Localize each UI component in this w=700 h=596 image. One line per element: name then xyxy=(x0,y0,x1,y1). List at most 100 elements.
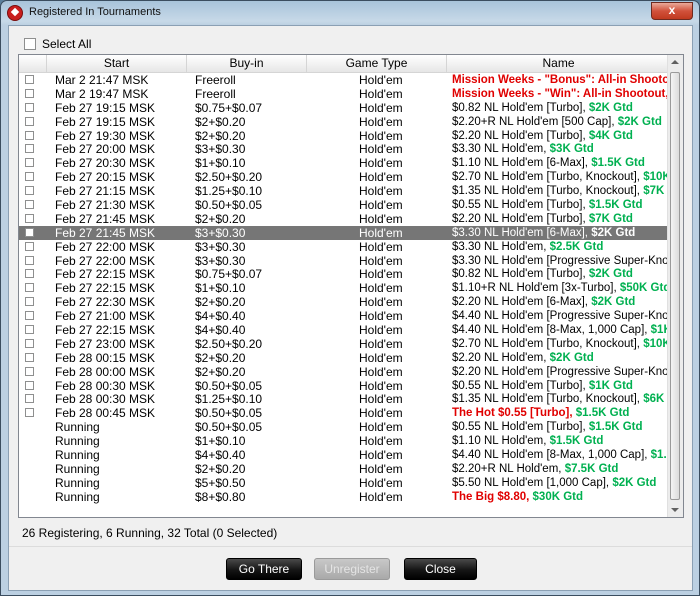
table-row[interactable]: Feb 27 22:15 MSK $1+$0.10 Hold'em $1.10+R N… xyxy=(19,281,670,295)
row-checkbox[interactable] xyxy=(25,200,34,210)
dialog-body: Select All Start Buy-in Game Type Name M… xyxy=(8,25,693,591)
header-buyin[interactable]: Buy-in xyxy=(187,55,307,72)
table-row[interactable]: Feb 27 21:15 MSK $1.25+$0.10 Hold'em $1.35 … xyxy=(19,184,670,198)
row-checkbox-cell xyxy=(19,323,47,337)
table-row[interactable]: Feb 27 20:30 MSK $1+$0.10 Hold'em $1.10 NL … xyxy=(19,156,670,170)
row-checkbox[interactable] xyxy=(25,283,34,293)
table-row[interactable]: Feb 28 00:30 MSK $1.25+$0.10 Hold'em $1.35 … xyxy=(19,392,670,406)
table-row[interactable]: Running $2+$0.20 Hold'em $2.20+R NL Hold'em… xyxy=(19,462,670,476)
row-checkbox[interactable] xyxy=(25,269,34,279)
table-row[interactable]: Running $1+$0.10 Hold'em $1.10 NL Hold'em, … xyxy=(19,434,670,448)
row-checkbox[interactable] xyxy=(25,241,34,251)
row-checkbox[interactable] xyxy=(25,75,34,84)
table-row[interactable]: Feb 27 22:15 MSK $0.75+$0.07 Hold'em $0.82 … xyxy=(19,267,670,281)
cell-game-type: Hold'em xyxy=(359,489,403,504)
row-checkbox[interactable] xyxy=(25,311,34,321)
select-all-checkbox[interactable]: Select All xyxy=(24,37,91,51)
tournament-name: Mission Weeks - "Bonus": All-in Shootout… xyxy=(452,74,670,86)
cell-start: Feb 27 21:45 MSK xyxy=(55,225,156,240)
row-checkbox[interactable] xyxy=(25,338,34,348)
row-checkbox[interactable] xyxy=(25,394,34,404)
table-row[interactable]: Feb 27 21:45 MSK $2+$0.20 Hold'em $2.20 NL … xyxy=(19,212,670,226)
cell-name: $3.30 NL Hold'em [6-Max], $2K Gtd xyxy=(447,226,670,240)
cell-name: $3.30 NL Hold'em [Progressive Super-Knoc… xyxy=(447,254,670,268)
table-row[interactable]: Feb 27 23:00 MSK $2.50+$0.20 Hold'em $2.70 … xyxy=(19,337,670,351)
row-checkbox[interactable] xyxy=(25,130,34,140)
window-close-button[interactable]: x xyxy=(651,2,693,20)
table-row[interactable]: Mar 2 19:47 MSK Freeroll Hold'em Mission We… xyxy=(19,87,670,101)
tournament-name: $2.20 NL Hold'em [Turbo], xyxy=(452,129,589,142)
cell-start: Feb 27 21:15 MSK xyxy=(55,184,156,199)
close-button[interactable]: Close xyxy=(404,558,477,580)
table-row[interactable]: Feb 27 20:15 MSK $2.50+$0.20 Hold'em $2.70 … xyxy=(19,170,670,184)
row-checkbox[interactable] xyxy=(25,186,34,196)
scroll-up-icon[interactable] xyxy=(671,60,679,64)
vertical-scrollbar[interactable] xyxy=(667,55,683,517)
table-row[interactable]: Feb 27 21:45 MSK $3+$0.30 Hold'em $3.30 NL … xyxy=(19,225,670,240)
table-row[interactable]: Running $8+$0.80 Hold'em The Big $8.80, $30… xyxy=(19,490,670,504)
checkbox-icon[interactable] xyxy=(24,38,36,50)
table-row[interactable]: Feb 27 22:15 MSK $4+$0.40 Hold'em $4.40 NL … xyxy=(19,323,670,337)
row-checkbox-cell xyxy=(19,73,47,87)
row-checkbox[interactable] xyxy=(25,380,34,390)
table-row[interactable]: Feb 27 20:00 MSK $3+$0.30 Hold'em $3.30 NL … xyxy=(19,142,670,156)
table-row[interactable]: Running $5+$0.50 Hold'em $5.50 NL Hold'em [… xyxy=(19,476,670,490)
row-checkbox[interactable] xyxy=(25,408,34,418)
header-game-type[interactable]: Game Type xyxy=(307,55,447,72)
table-row[interactable]: Feb 28 00:45 MSK $0.50+$0.05 Hold'em The Ho… xyxy=(19,406,670,420)
row-checkbox[interactable] xyxy=(25,325,34,335)
table-row[interactable]: Running $0.50+$0.05 Hold'em $0.55 NL Hold'e… xyxy=(19,420,670,434)
tournament-name: $3.30 NL Hold'em [Progressive Super-Knoc… xyxy=(452,254,670,267)
table-row[interactable]: Feb 28 00:15 MSK $2+$0.20 Hold'em $2.20 NL … xyxy=(19,351,670,365)
table-row[interactable]: Feb 27 19:15 MSK $0.75+$0.07 Hold'em $0.82 … xyxy=(19,101,670,115)
table-row[interactable]: Feb 27 19:30 MSK $2+$0.20 Hold'em $2.20 NL … xyxy=(19,129,670,143)
table-row[interactable]: Feb 28 00:00 MSK $2+$0.20 Hold'em $2.20 NL … xyxy=(19,365,670,379)
row-checkbox[interactable] xyxy=(25,213,34,223)
row-checkbox[interactable] xyxy=(25,255,34,265)
cell-buyin: $3+$0.30 xyxy=(195,239,246,254)
cell-start: Feb 27 22:15 MSK xyxy=(55,267,156,282)
title-bar[interactable]: Registered In Tournaments x xyxy=(1,1,699,25)
scroll-thumb[interactable] xyxy=(670,72,680,500)
row-checkbox[interactable] xyxy=(25,366,34,376)
table-row[interactable]: Feb 27 19:15 MSK $2+$0.20 Hold'em $2.20+R N… xyxy=(19,115,670,129)
scroll-down-icon[interactable] xyxy=(671,508,679,512)
cell-game-type: Hold'em xyxy=(359,73,403,87)
tournament-list[interactable]: Start Buy-in Game Type Name Mar 2 21:47 … xyxy=(18,54,684,518)
row-checkbox-cell xyxy=(19,379,47,393)
row-checkbox-cell xyxy=(19,392,47,406)
cell-name: $2.20 NL Hold'em [Progressive Super-Knoc… xyxy=(447,365,670,379)
table-row[interactable]: Feb 28 00:30 MSK $0.50+$0.05 Hold'em $0.55 … xyxy=(19,379,670,393)
table-row[interactable]: Running $4+$0.40 Hold'em $4.40 NL Hold'em [… xyxy=(19,448,670,462)
row-checkbox[interactable] xyxy=(25,227,34,237)
cell-name: $2.70 NL Hold'em [Turbo, Knockout], $10K… xyxy=(447,337,670,351)
cell-name: $0.55 NL Hold'em [Turbo], $1K Gtd xyxy=(447,379,670,393)
table-row[interactable]: Feb 27 22:30 MSK $2+$0.20 Hold'em $2.20 NL … xyxy=(19,295,670,309)
cell-game-type: Hold'em xyxy=(359,461,403,476)
row-checkbox[interactable] xyxy=(25,172,34,182)
cell-start: Feb 27 19:15 MSK xyxy=(55,100,156,115)
table-row[interactable]: Feb 27 22:00 MSK $3+$0.30 Hold'em $3.30 NL … xyxy=(19,254,670,268)
tournament-name: $2.20+R NL Hold'em [500 Cap], xyxy=(452,115,618,128)
row-checkbox[interactable] xyxy=(25,88,34,98)
row-checkbox[interactable] xyxy=(25,352,34,362)
row-checkbox[interactable] xyxy=(25,158,34,168)
table-row[interactable]: Feb 27 21:00 MSK $4+$0.40 Hold'em $4.40 NL … xyxy=(19,309,670,323)
cell-buyin: $2.50+$0.20 xyxy=(195,170,263,185)
cell-start: Running xyxy=(55,448,100,463)
table-row[interactable]: Feb 27 22:00 MSK $3+$0.30 Hold'em $3.30 NL … xyxy=(19,240,670,254)
cell-start: Feb 27 22:15 MSK xyxy=(55,323,156,338)
table-row[interactable]: Feb 27 21:30 MSK $0.50+$0.05 Hold'em $0.55 … xyxy=(19,198,670,212)
row-checkbox[interactable] xyxy=(25,297,34,307)
go-there-button[interactable]: Go There xyxy=(226,558,302,580)
cell-start: Feb 28 00:30 MSK xyxy=(55,392,156,407)
header-name[interactable]: Name xyxy=(447,55,670,72)
row-checkbox[interactable] xyxy=(25,116,34,126)
row-checkbox[interactable] xyxy=(25,144,34,154)
header-start[interactable]: Start xyxy=(47,55,187,72)
table-row[interactable]: Mar 2 21:47 MSK Freeroll Hold'em Mission We… xyxy=(19,73,670,87)
unregister-button[interactable]: Unregister xyxy=(314,558,390,580)
row-checkbox[interactable] xyxy=(25,102,34,112)
cell-game-type: Hold'em xyxy=(359,323,403,338)
tournament-name: $0.82 NL Hold'em [Turbo], xyxy=(452,268,589,281)
